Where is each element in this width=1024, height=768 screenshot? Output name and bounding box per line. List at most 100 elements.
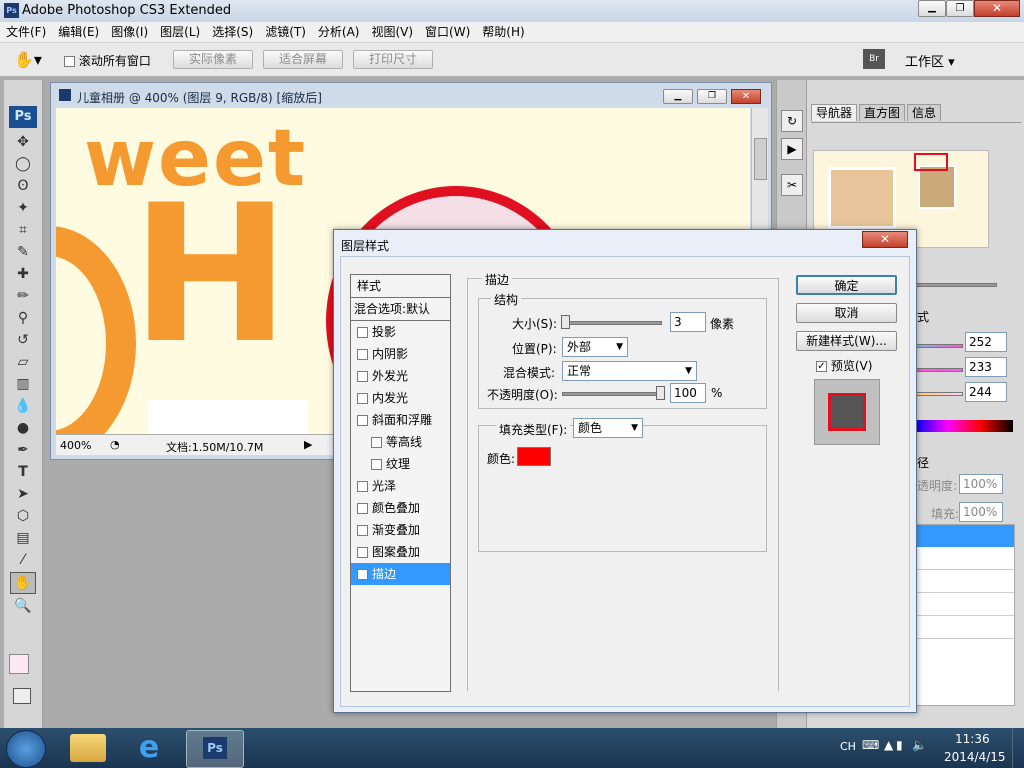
magic-wand-tool-icon[interactable]: ✦ [11, 198, 35, 218]
styles-header[interactable]: 样式 [351, 275, 450, 298]
menu-item[interactable]: 帮助(H) [476, 22, 530, 42]
style-item[interactable]: 内发光 [351, 387, 450, 409]
type-tool-icon[interactable]: T [11, 462, 35, 482]
hand-tool-active-icon[interactable]: ✋ [10, 572, 36, 594]
style-checkbox[interactable] [357, 481, 368, 492]
style-checkbox[interactable] [357, 547, 368, 558]
pen-tool-icon[interactable]: ✒ [11, 440, 35, 460]
layer-row[interactable] [916, 616, 1014, 639]
size-slider[interactable] [562, 321, 662, 325]
gradient-tool-icon[interactable]: ▥ [11, 374, 35, 394]
style-item[interactable]: 外发光 [351, 365, 450, 387]
menu-item[interactable]: 编辑(E) [52, 22, 105, 42]
panel-tab[interactable]: 信息 [907, 104, 942, 121]
blue-slider[interactable] [915, 392, 963, 396]
menu-item[interactable]: 视图(V) [365, 22, 419, 42]
red-value-field[interactable]: 252 [965, 332, 1007, 352]
brush-tool-icon[interactable]: ✏ [11, 286, 35, 306]
internet-explorer-icon[interactable]: e [132, 732, 166, 764]
show-desktop-button[interactable] [1012, 728, 1024, 768]
workspace-menu[interactable]: 工作区 ▾ [905, 51, 955, 70]
style-checkbox[interactable] [357, 327, 368, 338]
style-item[interactable]: 等高线 [351, 431, 450, 453]
selected-layer-row[interactable] [916, 525, 1014, 547]
position-select[interactable]: 外部 ▼ [562, 337, 628, 357]
menu-item[interactable]: 图像(I) [105, 22, 154, 42]
hand-tool-icon[interactable]: ✋▾ [14, 50, 42, 69]
start-button[interactable] [6, 730, 46, 768]
opacity-slider-thumb[interactable] [656, 386, 665, 400]
menu-item[interactable]: 窗口(W) [419, 22, 476, 42]
fit-screen-button[interactable]: 适合屏幕 [263, 50, 343, 69]
layers-tab-fragment[interactable]: 径 [917, 454, 929, 471]
actual-pixels-button[interactable]: 实际像素 [173, 50, 253, 69]
doc-maximize-button[interactable]: ❐ [697, 89, 727, 104]
path-selection-tool-icon[interactable]: ➤ [11, 484, 35, 504]
crop-tool-icon[interactable]: ⌗ [11, 220, 35, 240]
style-item[interactable]: 内阴影 [351, 343, 450, 365]
style-checkbox[interactable] [357, 503, 368, 514]
style-checkbox[interactable] [357, 525, 368, 536]
blur-tool-icon[interactable]: 💧 [11, 396, 35, 416]
style-item[interactable]: 纹理 [351, 453, 450, 475]
navigator-zoom-slider[interactable] [907, 283, 997, 287]
doc-minimize-button[interactable]: ▁ [663, 89, 693, 104]
style-checkbox[interactable]: ✓ [357, 569, 368, 580]
style-checkbox[interactable] [357, 349, 368, 360]
styles-tab-fragment[interactable]: 式 [917, 308, 929, 325]
lasso-tool-icon[interactable]: ʘ [11, 176, 35, 196]
red-slider[interactable] [915, 344, 963, 348]
blend-mode-select[interactable]: 正常 ▼ [562, 361, 697, 381]
layer-row[interactable] [916, 593, 1014, 616]
zoom-tool-icon[interactable]: 🔍 [11, 596, 35, 616]
style-checkbox[interactable] [371, 437, 382, 448]
style-item[interactable]: ✓ 描边 [351, 563, 450, 585]
size-slider-thumb[interactable] [561, 315, 570, 329]
network-icon[interactable]: ▮ [896, 738, 903, 752]
foreground-color-swatch[interactable] [9, 654, 29, 674]
status-arrow-icon[interactable]: ▶ [304, 438, 312, 451]
maximize-button[interactable]: ❐ [946, 0, 974, 17]
layer-opacity-field[interactable]: 100% [959, 474, 1003, 494]
scroll-all-windows-checkbox[interactable]: 滚动所有窗口 [64, 52, 151, 69]
status-menu-icon[interactable]: ◔ [110, 438, 120, 451]
quick-mask-icon[interactable] [13, 688, 31, 704]
style-item[interactable]: 斜面和浮雕 [351, 409, 450, 431]
menu-item[interactable]: 选择(S) [206, 22, 259, 42]
healing-brush-tool-icon[interactable]: ✚ [11, 264, 35, 284]
menu-item[interactable]: 滤镜(T) [259, 22, 312, 42]
new-style-button[interactable]: 新建样式(W)... [796, 331, 897, 351]
shape-tool-icon[interactable]: ⬡ [11, 506, 35, 526]
eyedropper-tool-icon[interactable]: ⁄ [11, 550, 35, 570]
size-input[interactable]: 3 [670, 312, 706, 332]
panel-tab[interactable]: 导航器 [811, 104, 858, 121]
style-checkbox[interactable] [357, 371, 368, 382]
fill-type-select[interactable]: 颜色 ▼ [573, 418, 643, 438]
actions-panel-icon[interactable]: ▶ [781, 138, 803, 160]
close-button[interactable]: ✕ [974, 0, 1020, 17]
panel-tab[interactable]: 直方图 [859, 104, 906, 121]
style-item[interactable]: 光泽 [351, 475, 450, 497]
style-checkbox[interactable] [357, 393, 368, 404]
clock-time[interactable]: 11:36 [955, 732, 990, 746]
photoshop-taskbar-button[interactable]: Ps [186, 730, 244, 768]
slice-tool-icon[interactable]: ✎ [11, 242, 35, 262]
input-language[interactable]: CH [840, 740, 856, 753]
keyboard-icon[interactable]: ⌨ [862, 738, 879, 752]
tray-arrow-icon[interactable]: ▲ [884, 738, 893, 752]
layer-row[interactable] [916, 547, 1014, 570]
dodge-tool-icon[interactable]: ● [11, 418, 35, 438]
color-ramp[interactable] [915, 420, 1013, 432]
style-item[interactable]: 渐变叠加 [351, 519, 450, 541]
eraser-tool-icon[interactable]: ▱ [11, 352, 35, 372]
stamp-tool-icon[interactable]: ⚲ [11, 308, 35, 328]
notes-tool-icon[interactable]: ▤ [11, 528, 35, 548]
volume-icon[interactable]: 🔈 [912, 738, 927, 752]
style-checkbox[interactable] [371, 459, 382, 470]
opacity-input[interactable]: 100 [670, 383, 706, 403]
clock-date[interactable]: 2014/4/15 [944, 750, 1006, 764]
marquee-tool-icon[interactable]: ◯ [11, 154, 35, 174]
layer-row[interactable] [916, 570, 1014, 593]
ok-button[interactable]: 确定 [796, 275, 897, 295]
navigator-view-box[interactable] [914, 153, 948, 171]
